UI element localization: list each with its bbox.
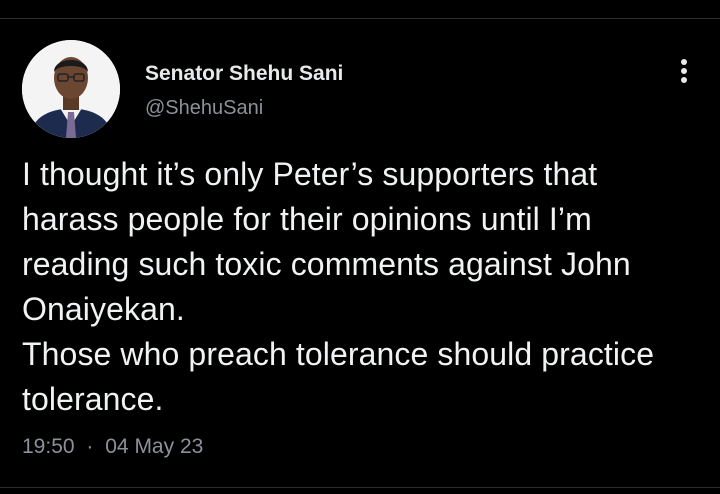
author-display-name[interactable]: Senator Shehu Sani	[145, 62, 343, 86]
more-options-icon	[681, 59, 687, 83]
author-handle[interactable]: @ShehuSani	[145, 97, 263, 120]
tweet-time: 19:50	[22, 435, 75, 458]
more-options-button[interactable]	[670, 56, 698, 88]
tweet-date: 04 May 23	[105, 435, 204, 458]
author-avatar[interactable]	[22, 40, 120, 138]
tweet-timestamp[interactable]: 19:50 · 04 May 23	[22, 435, 203, 459]
tweet-text: I thought it’s only Peter’s supporters t…	[22, 156, 655, 417]
top-divider	[0, 18, 720, 19]
meta-separator: ·	[86, 435, 94, 458]
profile-photo-icon	[22, 40, 120, 138]
bottom-divider	[0, 487, 720, 488]
